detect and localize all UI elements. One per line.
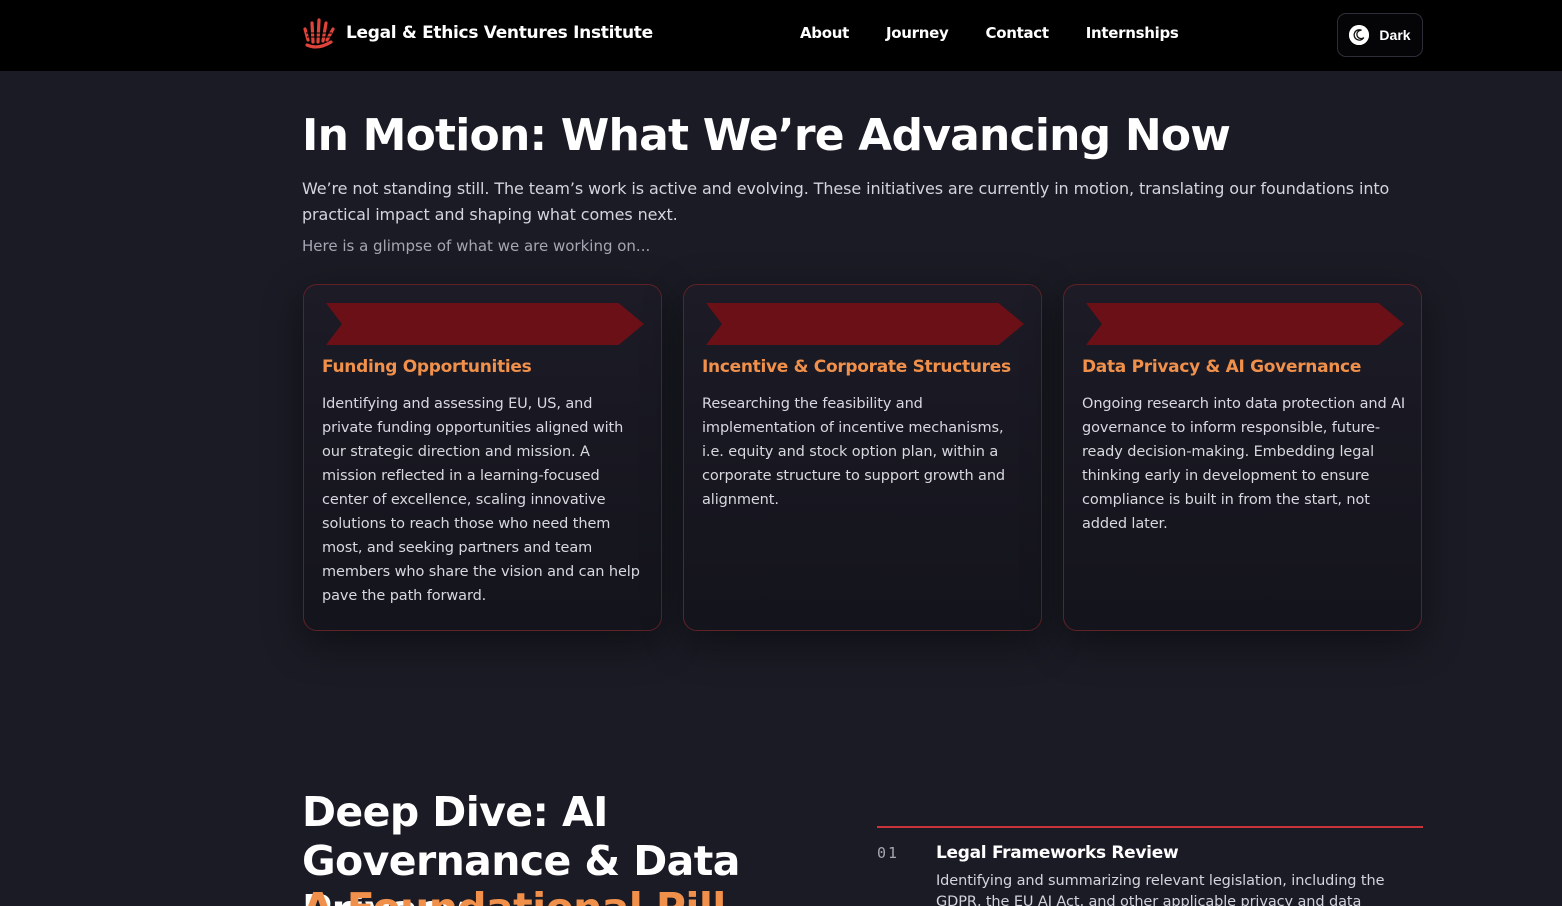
main-nav: About Journey Contact Internships — [800, 24, 1179, 42]
section-title: In Motion: What We’re Advancing Now — [302, 110, 1231, 161]
step-title: Legal Frameworks Review — [936, 843, 1179, 863]
card-ribbon — [326, 303, 644, 345]
hand-logo-icon — [303, 18, 335, 49]
nav-link-about[interactable]: About — [800, 24, 849, 42]
step-body: Identifying and summarizing relevant leg… — [936, 873, 1385, 906]
section-intro: We’re not standing still. The team’s wor… — [302, 179, 1390, 224]
initiative-card-incentive: Incentive & Corporate Structures Researc… — [683, 284, 1042, 631]
nav-link-internships[interactable]: Internships — [1086, 24, 1179, 42]
card-body: Ongoing research into data protection an… — [1082, 396, 1406, 532]
deep-dive-subtitle: A Foundational Pill — [302, 884, 726, 906]
initiative-card-funding: Funding Opportunities Identifying and as… — [303, 284, 662, 631]
card-body: Researching the feasibility and implemen… — [702, 396, 1006, 508]
initiative-card-data-privacy: Data Privacy & AI Governance Ongoing res… — [1063, 284, 1422, 631]
theme-toggle-button[interactable]: Dark — [1337, 13, 1423, 57]
card-title: Incentive & Corporate Structures — [702, 357, 1011, 377]
nav-link-contact[interactable]: Contact — [986, 24, 1050, 42]
step-number: 01 — [877, 844, 900, 862]
card-ribbon — [706, 303, 1024, 345]
top-navbar: Legal & Ethics Ventures Institute About … — [0, 0, 1562, 71]
card-title: Data Privacy & AI Governance — [1082, 357, 1362, 377]
brand-home-link[interactable]: Legal & Ethics Ventures Institute — [302, 16, 653, 50]
initiative-cards: Funding Opportunities Identifying and as… — [303, 284, 1423, 631]
card-body: Identifying and assessing EU, US, and pr… — [322, 396, 640, 604]
card-title: Funding Opportunities — [322, 357, 532, 377]
moon-icon — [1349, 25, 1370, 45]
brand-name: Legal & Ethics Ventures Institute — [346, 23, 653, 43]
card-ribbon — [1086, 303, 1404, 345]
nav-link-journey[interactable]: Journey — [886, 24, 949, 42]
section-subtitle: Here is a glimpse of what we are working… — [302, 237, 651, 255]
divider — [877, 826, 1423, 828]
theme-toggle-label: Dark — [1379, 27, 1411, 43]
